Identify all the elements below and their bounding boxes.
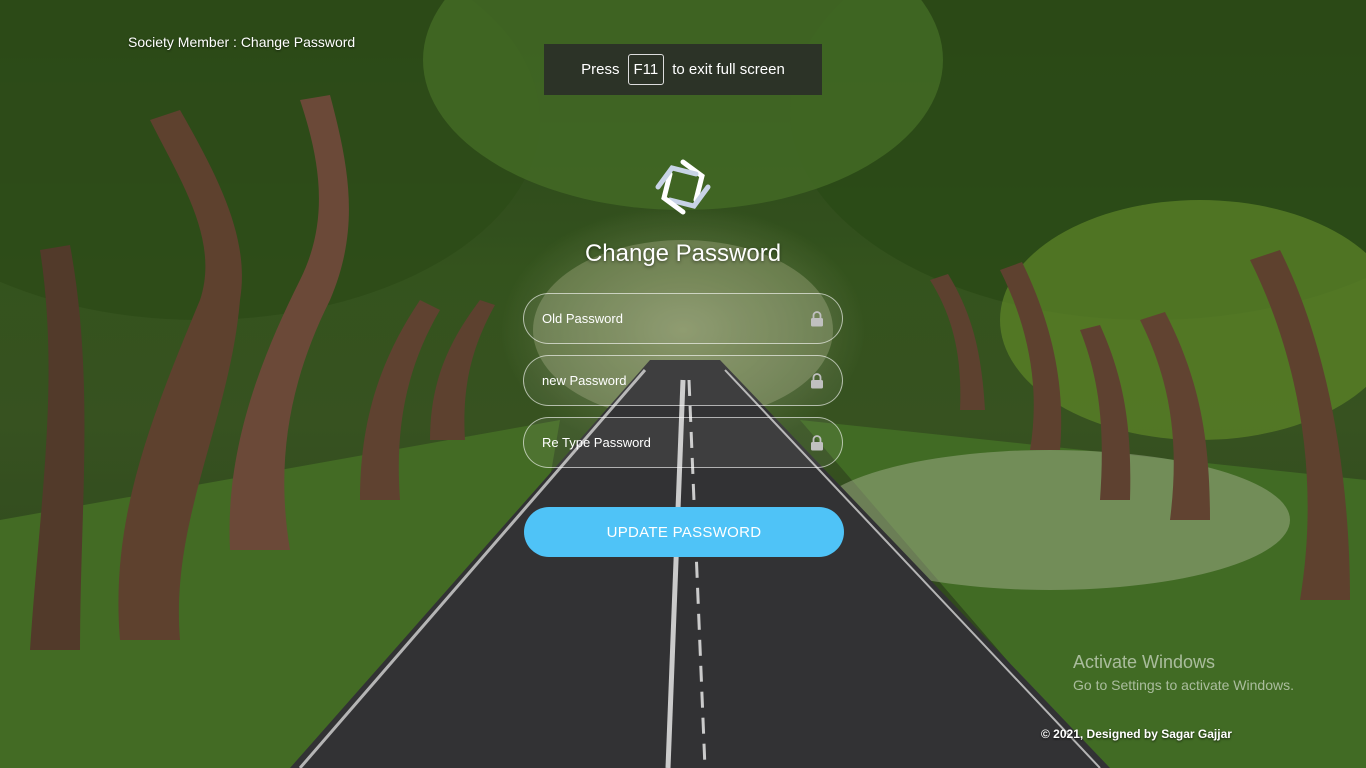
f11-key-badge: F11 bbox=[627, 54, 665, 85]
lock-icon bbox=[810, 434, 824, 451]
brand-logo-icon bbox=[652, 156, 714, 218]
activate-windows-title: Activate Windows bbox=[1073, 652, 1216, 672]
new-password-field[interactable] bbox=[523, 355, 843, 406]
retype-password-input[interactable] bbox=[542, 435, 810, 450]
activate-windows-subtitle: Go to Settings to activate Windows. bbox=[1073, 677, 1294, 693]
lock-icon bbox=[810, 372, 824, 389]
fullscreen-notice-suffix: to exit full screen bbox=[672, 61, 785, 78]
activate-windows-watermark: Activate Windows Go to Settings to activ… bbox=[1073, 652, 1294, 693]
form-title: Change Password bbox=[584, 240, 782, 267]
old-password-input[interactable] bbox=[542, 311, 810, 326]
fullscreen-notice-prefix: Press bbox=[581, 61, 620, 78]
retype-password-field[interactable] bbox=[523, 417, 843, 468]
new-password-input[interactable] bbox=[542, 373, 810, 388]
fullscreen-notice: Press F11 to exit full screen bbox=[544, 44, 822, 95]
update-password-button[interactable]: UPDATE PASSWORD bbox=[524, 507, 844, 557]
footer-credit: © 2021, Designed by Sagar Gajjar bbox=[1041, 727, 1232, 741]
page-title: Society Member : Change Password bbox=[128, 34, 356, 50]
old-password-field[interactable] bbox=[523, 293, 843, 344]
lock-icon bbox=[810, 310, 824, 327]
